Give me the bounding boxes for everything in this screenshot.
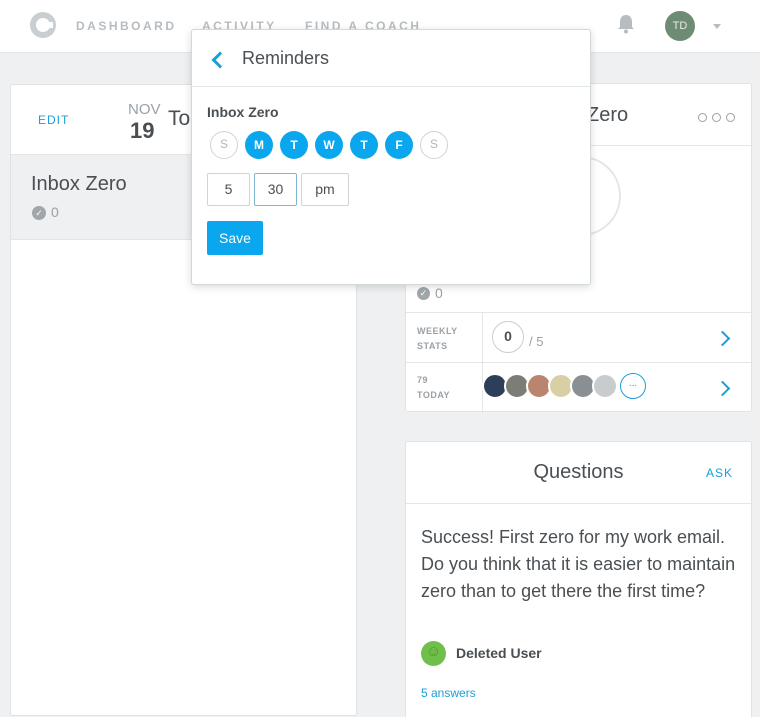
questions-card: Questions ASK Success! First zero for my… — [405, 441, 752, 717]
answers-link[interactable]: 5 answers — [421, 686, 476, 700]
member-avatar[interactable] — [592, 373, 618, 399]
divider — [406, 312, 751, 313]
divider — [406, 503, 751, 504]
weekly-stats-label: WEEKLY STATS — [417, 326, 458, 351]
nav-dashboard[interactable]: DASHBOARD — [76, 19, 177, 33]
questions-title: Questions — [533, 461, 624, 483]
day-toggle[interactable]: W — [315, 131, 343, 159]
popup-habit-name: Inbox Zero — [207, 104, 279, 120]
day-toggle[interactable]: S — [210, 131, 238, 159]
ampm-select[interactable]: pm — [301, 173, 349, 206]
user-avatar[interactable]: TD — [665, 11, 695, 41]
edit-button[interactable]: EDIT — [38, 113, 69, 127]
chevron-down-icon[interactable] — [713, 24, 721, 29]
divider — [406, 362, 751, 363]
minute-input[interactable]: 30 — [254, 173, 297, 206]
habit-check-count: 0 — [51, 204, 59, 220]
reminders-popup: Reminders Inbox Zero SMTWTFS 5 30 pm Sav… — [191, 29, 591, 285]
logo-icon[interactable] — [30, 12, 56, 38]
ask-button[interactable]: ASK — [706, 466, 733, 480]
weekly-stats-value: 0 — [492, 321, 524, 353]
save-button[interactable]: Save — [207, 221, 263, 255]
chevron-right-icon[interactable] — [714, 380, 731, 397]
card-title: To — [168, 107, 191, 130]
chevron-left-icon[interactable] — [211, 51, 229, 69]
date-day: 19 — [130, 118, 155, 143]
hour-input[interactable]: 5 — [207, 173, 250, 206]
popup-title: Reminders — [242, 48, 330, 68]
divider — [482, 313, 483, 363]
date-month: NOV — [128, 101, 161, 118]
question-text[interactable]: Success! First zero for my work email. D… — [421, 524, 746, 605]
habit-detail-title: Zero — [587, 104, 629, 126]
bell-icon[interactable] — [617, 14, 635, 34]
chevron-right-icon[interactable] — [714, 330, 731, 347]
divider — [192, 86, 590, 87]
habit-name: Inbox Zero — [31, 173, 127, 195]
day-toggle[interactable]: T — [280, 131, 308, 159]
more-members-button[interactable]: ... — [620, 373, 646, 399]
check-count: 0 — [435, 285, 443, 301]
day-toggle[interactable]: F — [385, 131, 413, 159]
today-stats-label: 79 TODAY — [417, 375, 451, 400]
check-icon: ✓ — [417, 287, 430, 300]
day-toggle[interactable]: M — [245, 131, 273, 159]
user-avatar[interactable] — [421, 641, 446, 666]
check-icon: ✓ — [32, 206, 46, 220]
day-selector: SMTWTFS — [210, 131, 448, 159]
member-avatars: ... — [482, 373, 646, 399]
day-toggle[interactable]: T — [350, 131, 378, 159]
question-author[interactable]: Deleted User — [456, 645, 542, 661]
day-toggle[interactable]: S — [420, 131, 448, 159]
weekly-stats-goal: / 5 — [529, 334, 544, 349]
more-options-icon[interactable] — [698, 113, 735, 122]
